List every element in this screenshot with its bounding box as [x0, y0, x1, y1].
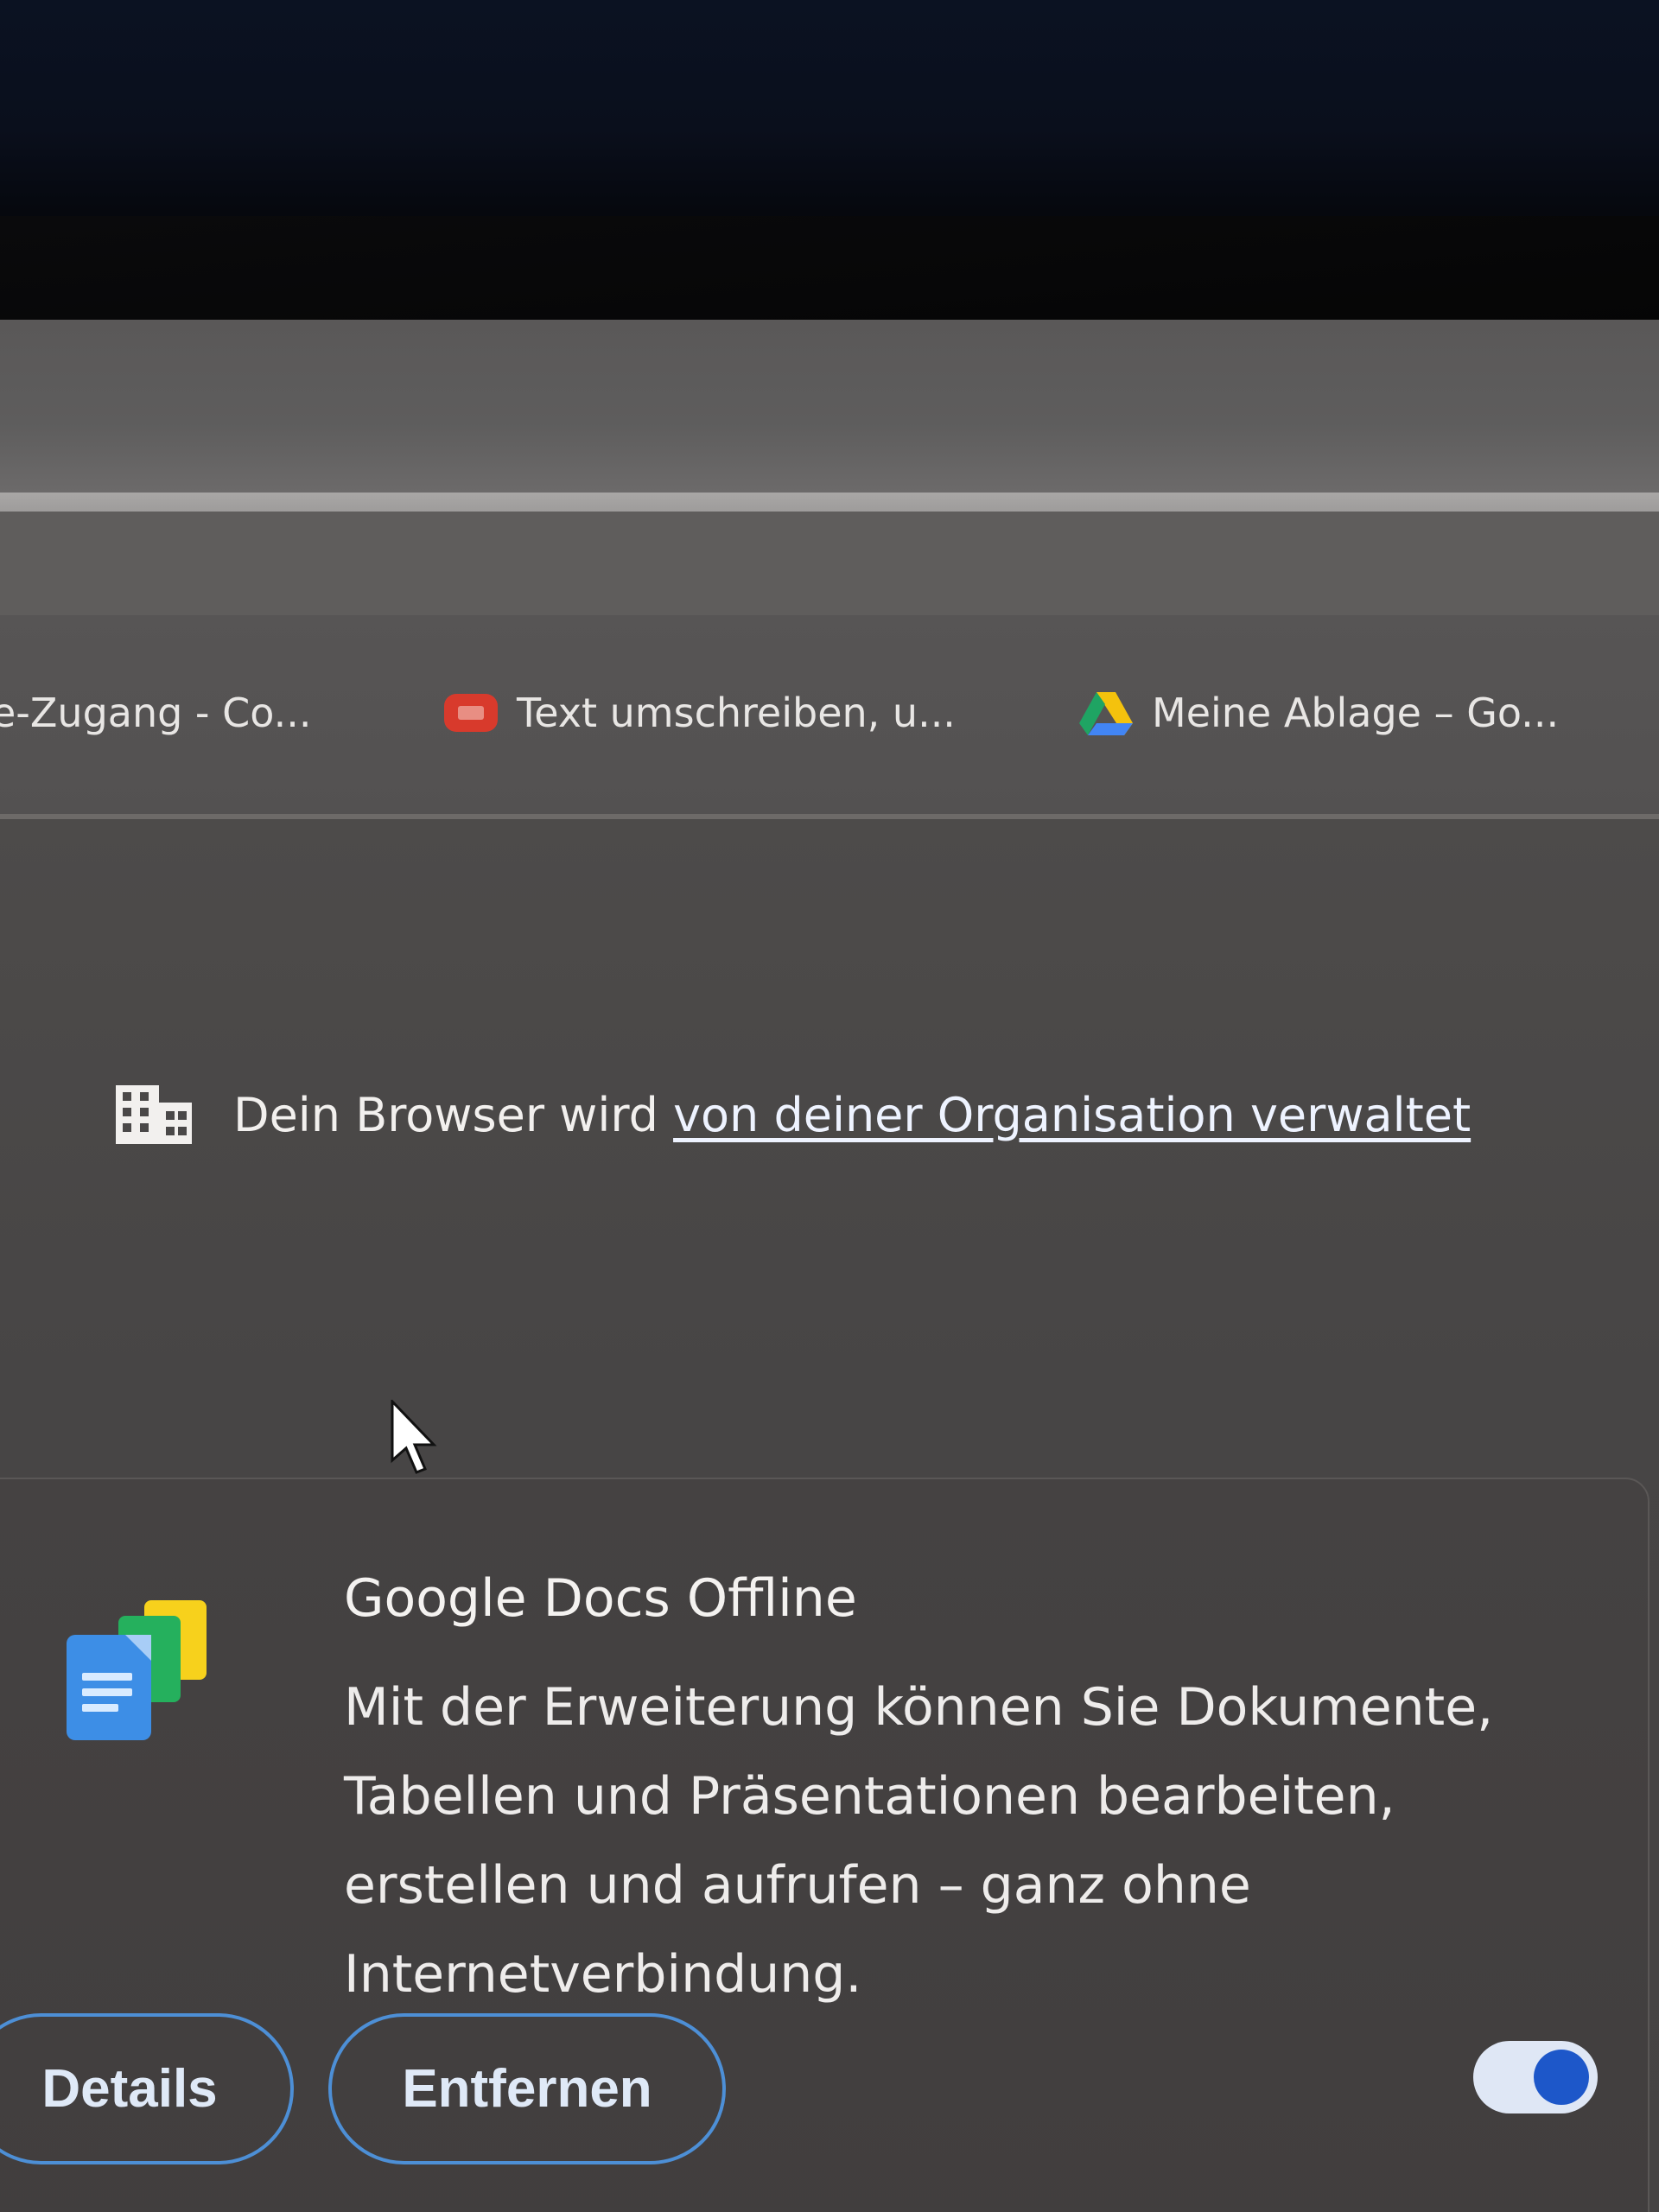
google-docs-offline-icon [67, 1600, 207, 1740]
google-drive-icon [1076, 689, 1136, 737]
organisation-link[interactable]: von deiner Organisation verwaltet [673, 1088, 1471, 1142]
mouse-cursor-icon [391, 1400, 437, 1474]
browser-titlebar [0, 320, 1659, 493]
bookmark-item[interactable]: Meine Ablage – Go... [1076, 683, 1559, 743]
monitor-bezel [0, 216, 1659, 328]
bookmark-item[interactable]: Text umschreiben, u... [441, 683, 956, 743]
toolbar-area [0, 512, 1659, 615]
bookmark-item[interactable]: e-Zugang - Co... [0, 683, 311, 743]
bookmark-label: Meine Ablage – Go... [1152, 690, 1560, 736]
managed-notice-text: Dein Browser wird [233, 1087, 658, 1142]
extension-name: Google Docs Offline [344, 1568, 857, 1629]
details-button[interactable]: Details [0, 2013, 294, 2164]
remove-button[interactable]: Entfernen [328, 2013, 726, 2164]
extension-enable-toggle[interactable] [1473, 2041, 1598, 2113]
toggle-knob [1534, 2050, 1589, 2105]
photo-stage: e-Zugang - Co... Text umschreiben, u... … [0, 0, 1659, 2212]
bookmark-label: e-Zugang - Co... [0, 690, 312, 736]
extension-description: Mit der Erweiterung können Sie Dokumente… [344, 1677, 1494, 2005]
titlebar-divider [0, 493, 1659, 512]
red-favicon-icon [441, 689, 501, 737]
building-icon [112, 1082, 195, 1147]
managed-browser-notice: Dein Browser wird von deiner Organisatio… [112, 1076, 1471, 1154]
bookmark-label: Text umschreiben, u... [517, 690, 956, 736]
